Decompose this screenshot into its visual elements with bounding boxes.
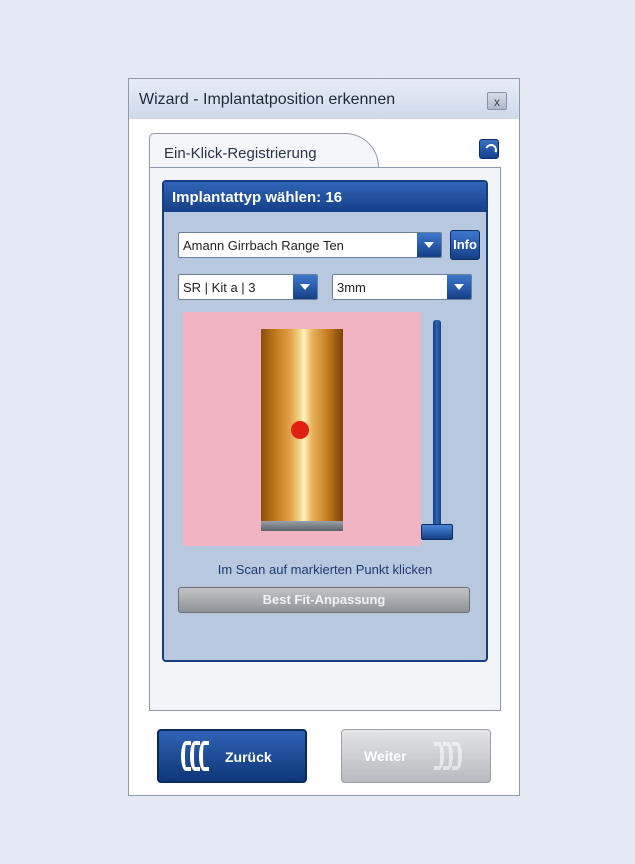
next-button[interactable]: Weiter [341, 729, 491, 783]
tab-ein-klick-registrierung[interactable]: Ein-Klick-Registrierung [149, 133, 379, 167]
size-value: 3mm [337, 280, 366, 295]
rotation-slider-thumb[interactable] [421, 524, 453, 540]
kit-value: SR | Kit a | 3 [183, 280, 256, 295]
best-fit-button[interactable]: Best Fit-Anpassung [178, 587, 470, 613]
back-label: Zurück [225, 749, 272, 765]
close-button[interactable]: x [487, 92, 507, 110]
tab-label: Ein-Klick-Registrierung [164, 145, 317, 162]
help-icon[interactable] [479, 139, 499, 159]
implant-base [261, 521, 343, 531]
rotation-slider-track[interactable] [433, 320, 441, 538]
manufacturer-select[interactable]: Amann Girrbach Range Ten [178, 232, 442, 258]
implant-preview[interactable] [183, 312, 421, 546]
window-client: Ein-Klick-Registrierung Implantattyp wäh… [129, 119, 519, 795]
kit-select[interactable]: SR | Kit a | 3 [178, 274, 318, 300]
size-select[interactable]: 3mm [332, 274, 472, 300]
back-button[interactable]: Zurück [157, 729, 307, 783]
chevron-down-icon[interactable] [447, 275, 471, 299]
tab-panel: Implantattyp wählen: 16 Amann Girrbach R… [149, 167, 501, 711]
next-label: Weiter [364, 748, 407, 764]
title-bar[interactable]: Wizard - Implantatposition erkennen x [129, 79, 519, 119]
instruction-text: Im Scan auf markierten Punkt klicken [217, 562, 433, 577]
tab-strip: Ein-Klick-Registrierung [149, 133, 501, 167]
info-button[interactable]: Info [450, 230, 480, 260]
group-header: Implantattyp wählen: 16 [164, 182, 486, 212]
wizard-window: Wizard - Implantatposition erkennen x Ei… [128, 78, 520, 796]
back-chevron-icon [199, 741, 209, 771]
chevron-down-icon[interactable] [293, 275, 317, 299]
chevron-down-icon[interactable] [417, 233, 441, 257]
window-title: Wizard - Implantatposition erkennen [139, 91, 396, 108]
manufacturer-value: Amann Girrbach Range Ten [183, 238, 344, 253]
group-title: Implantattyp wählen: 16 [172, 189, 343, 206]
next-chevron-icon [452, 742, 462, 770]
implant-type-group: Implantattyp wählen: 16 Amann Girrbach R… [162, 180, 488, 662]
marked-point [291, 421, 309, 439]
